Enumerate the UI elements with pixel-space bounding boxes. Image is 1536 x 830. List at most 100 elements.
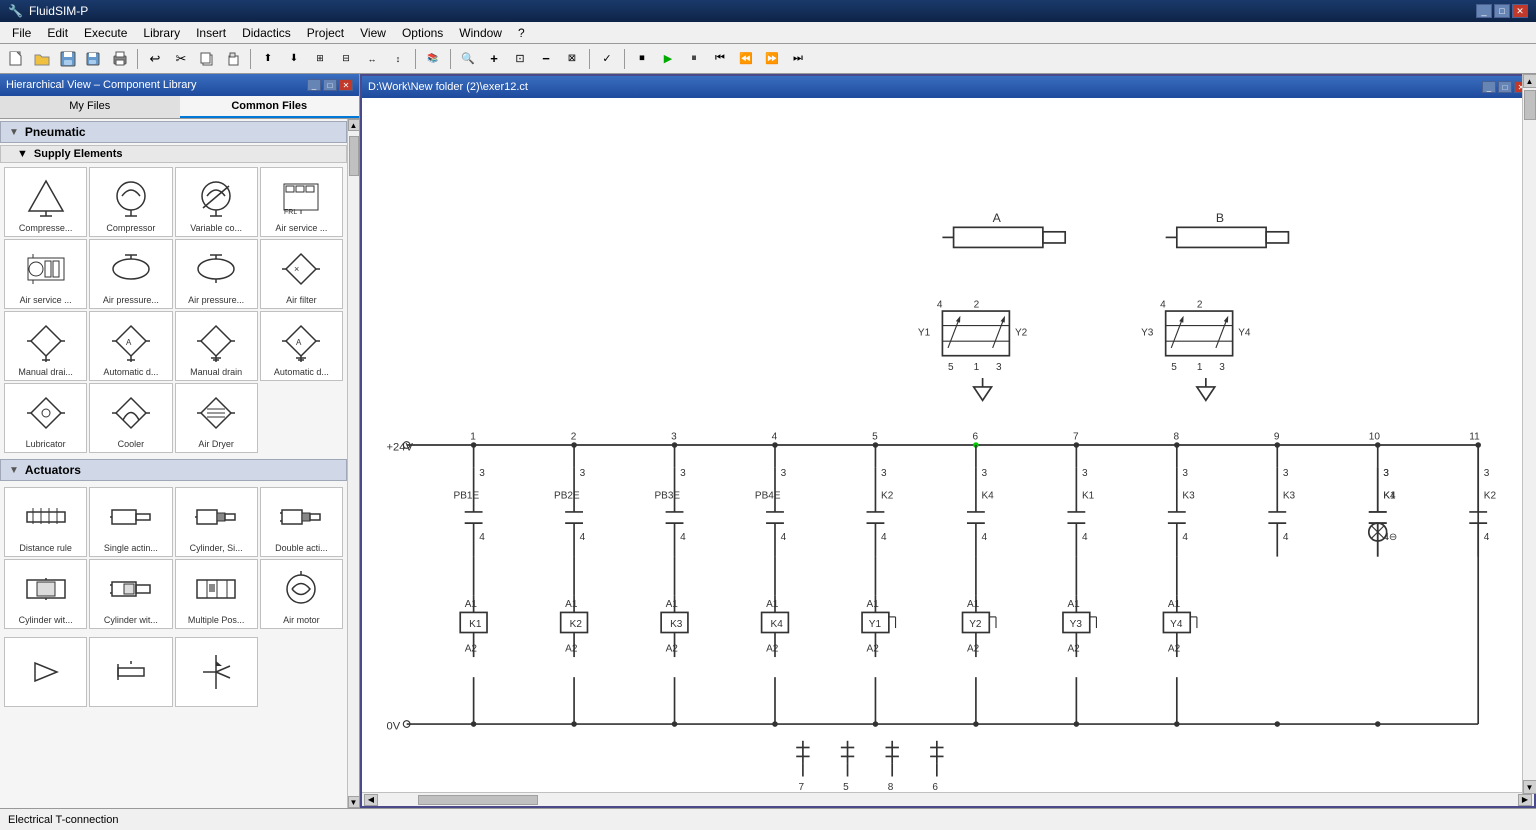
step-fwd-button[interactable]: ⏩ [760,47,784,71]
component-cylinder-wit[interactable]: Cylinder wit... [4,559,87,629]
maximize-button[interactable]: □ [1494,4,1510,18]
sep5 [589,49,590,69]
panel-maximize-button[interactable]: □ [323,79,337,91]
panel-close-button[interactable]: ✕ [339,79,353,91]
zoom-in-button[interactable]: + [482,47,506,71]
v-scroll-down-right[interactable]: ▼ [1523,780,1536,794]
menu-help[interactable]: ? [510,24,533,42]
menu-insert[interactable]: Insert [188,24,234,42]
scroll-up-button[interactable]: ▲ [348,119,360,131]
align-right-button[interactable]: ⊟ [334,47,358,71]
dist-v-button[interactable]: ↕ [386,47,410,71]
component-compressor-circle[interactable]: Compressor [89,167,172,237]
window-controls: _ □ ✕ [1476,4,1528,18]
menu-project[interactable]: Project [299,24,352,42]
dist-h-button[interactable]: ↔ [360,47,384,71]
component-auto-drain[interactable]: A Automatic d... [89,311,172,381]
component-manual-drain[interactable]: Manual drai... [4,311,87,381]
scroll-left-button[interactable]: ◀ [364,794,378,806]
v-scroll-thumb-right[interactable] [1524,90,1536,120]
zoom-reset-button[interactable]: ⊠ [560,47,584,71]
panel-minimize-button[interactable]: _ [307,79,321,91]
stop-button[interactable]: ⏹ [630,47,654,71]
play-button[interactable]: ▶ [656,47,680,71]
svg-text:A: A [993,211,1002,225]
tab-common-files[interactable]: Common Files [180,96,360,118]
component-compressor-triangle[interactable]: Compresse... [4,167,87,237]
component-cooler[interactable]: Cooler [89,383,172,453]
component-air-dryer[interactable]: Air Dryer [175,383,258,453]
component-distance-rule[interactable]: Distance rule [4,487,87,557]
component-extra-1[interactable] [4,637,87,707]
component-air-pressure-2[interactable]: Air pressure... [175,239,258,309]
h-scroll-thumb[interactable] [418,795,538,805]
save-all-button[interactable] [82,47,106,71]
category-pneumatic[interactable]: ▼ Pneumatic [0,121,347,143]
component-double-acting[interactable]: Double acti... [260,487,343,557]
h-scrollbar[interactable]: ◀ ▶ [362,792,1534,806]
copy-button[interactable] [195,47,219,71]
paste-button[interactable] [221,47,245,71]
component-cylinder-si[interactable]: Cylinder, Si... [175,487,258,557]
component-single-acting[interactable]: Single actin... [89,487,172,557]
component-multiple-pos[interactable]: Multiple Pos... [175,559,258,629]
component-air-service[interactable]: FRL Air service ... [260,167,343,237]
panel-scrollbar[interactable]: ▲ ▼ [347,119,359,808]
new-button[interactable] [4,47,28,71]
close-button[interactable]: ✕ [1512,4,1528,18]
component-air-filter[interactable]: × Air filter [260,239,343,309]
cylinder-wit-2-label: Cylinder wit... [104,613,158,626]
tab-my-files[interactable]: My Files [0,96,180,118]
align-left-button[interactable]: ⊞ [308,47,332,71]
category-actuators[interactable]: ▼ Actuators [0,459,347,481]
fast-fwd-button[interactable]: ⏭ [786,47,810,71]
pause-button[interactable]: ⏸ [682,47,706,71]
component-cylinder-wit-2[interactable]: Cylinder wit... [89,559,172,629]
menu-library[interactable]: Library [135,24,188,42]
subcategory-supply-elements[interactable]: ▼ Supply Elements [0,145,347,163]
menu-file[interactable]: File [4,24,39,42]
doc-minimize-button[interactable]: _ [1482,81,1496,93]
menu-execute[interactable]: Execute [76,24,135,42]
component-variable-compressor[interactable]: Variable co... [175,167,258,237]
save-button[interactable] [56,47,80,71]
rewind-button[interactable]: ⏮ [708,47,732,71]
menu-window[interactable]: Window [451,24,510,42]
component-air-service-2[interactable]: Air service ... [4,239,87,309]
component-air-motor[interactable]: Air motor [260,559,343,629]
scroll-right-button[interactable]: ▶ [1518,794,1532,806]
component-extra-3[interactable] [175,637,258,707]
doc-canvas[interactable]: A B [362,98,1534,792]
scroll-down-button[interactable]: ▼ [348,796,360,808]
doc-maximize-button[interactable]: □ [1498,81,1512,93]
library-button[interactable]: 📚 [421,47,445,71]
component-manual-drain-2[interactable]: Manual drain [175,311,258,381]
step-back-button[interactable]: ⏪ [734,47,758,71]
component-air-pressure[interactable]: Air pressure... [89,239,172,309]
align-top-button[interactable]: ⬆ [256,47,280,71]
check-button[interactable]: ✓ [595,47,619,71]
zoom-fit-button[interactable]: ⊡ [508,47,532,71]
svg-text:Y4: Y4 [1170,619,1183,630]
scroll-thumb[interactable] [349,136,359,176]
zoom-window-button[interactable]: 🔍 [456,47,480,71]
component-auto-drain-2[interactable]: A Automatic d... [260,311,343,381]
menu-didactics[interactable]: Didactics [234,24,299,42]
print-button[interactable] [108,47,132,71]
manual-drain-icon [23,316,68,365]
undo-button[interactable]: ↩ [143,47,167,71]
zoom-out-button[interactable]: − [534,47,558,71]
cut-button[interactable]: ✂ [169,47,193,71]
v-scroll-up-right[interactable]: ▲ [1523,74,1536,88]
menu-options[interactable]: Options [394,24,451,42]
v-scrollbar-right[interactable]: ▲ ▼ [1522,74,1536,794]
menu-view[interactable]: View [352,24,394,42]
air-motor-icon [279,564,324,613]
svg-text:4: 4 [479,532,485,543]
minimize-button[interactable]: _ [1476,4,1492,18]
component-lubricator[interactable]: Lubricator [4,383,87,453]
component-extra-2[interactable] [89,637,172,707]
open-button[interactable] [30,47,54,71]
menu-edit[interactable]: Edit [39,24,76,42]
align-bottom-button[interactable]: ⬇ [282,47,306,71]
